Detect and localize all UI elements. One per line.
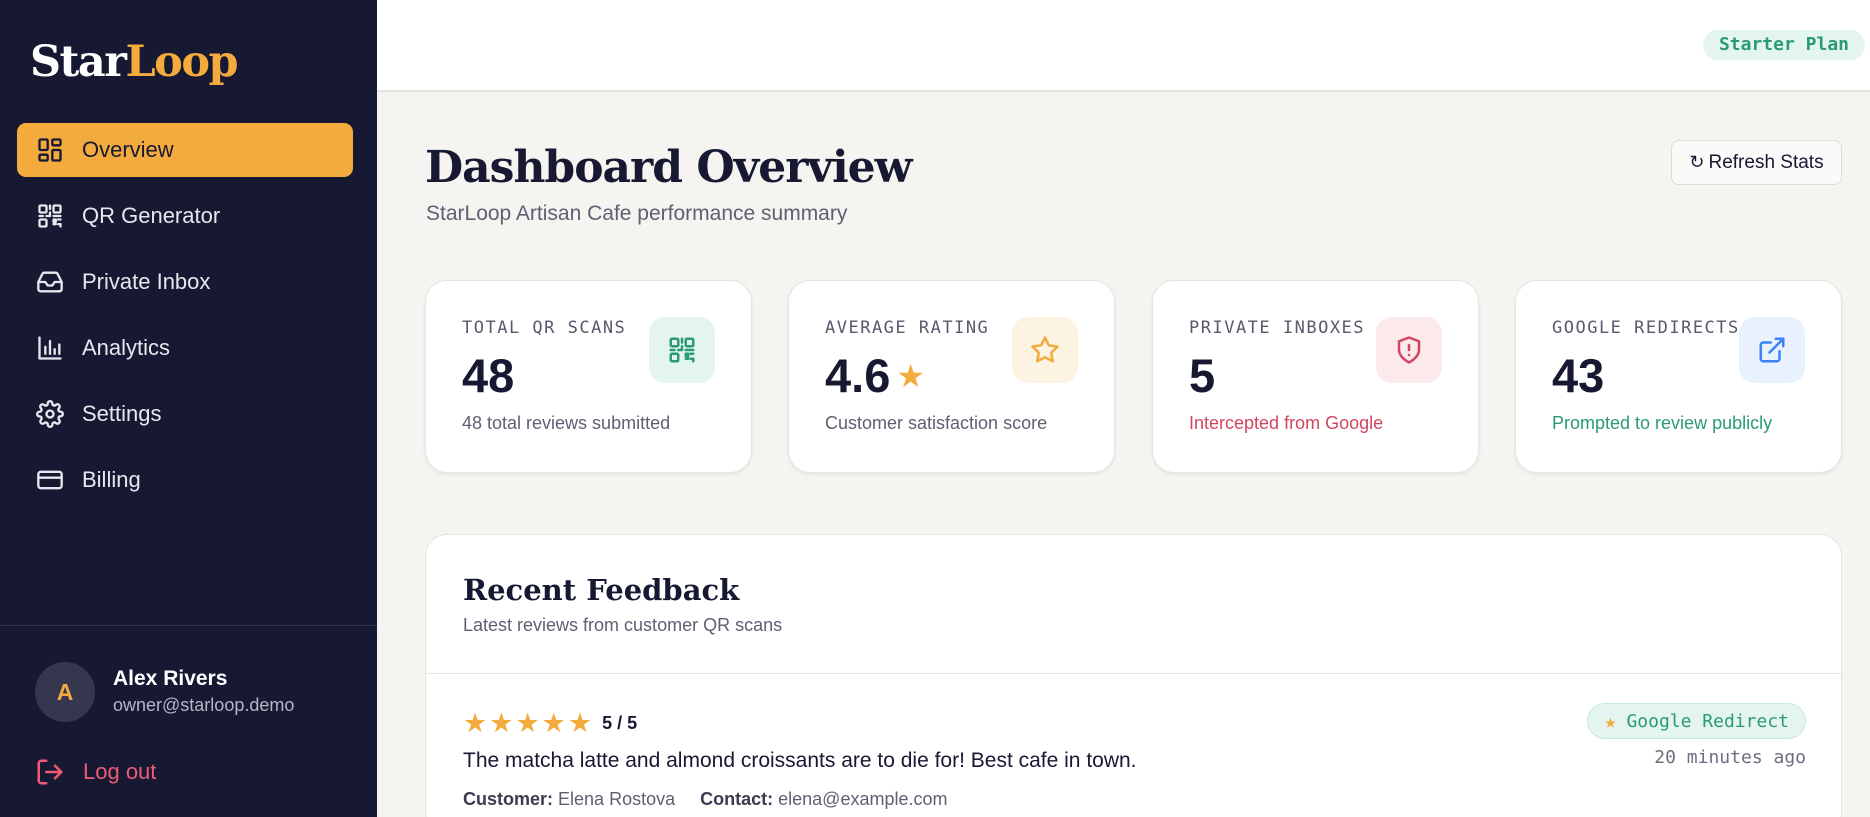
- bar-chart-icon: [36, 334, 64, 362]
- sidebar-item-label: Settings: [82, 401, 162, 426]
- logout-button[interactable]: Log out: [35, 757, 156, 787]
- contact-label: Contact:: [700, 789, 774, 809]
- google-redirect-badge: ★ Google Redirect: [1587, 703, 1806, 739]
- customer-name: Elena Rostova: [558, 789, 676, 809]
- rating-score: 5 / 5: [602, 712, 638, 733]
- sidebar-item-label: Overview: [82, 137, 174, 162]
- sidebar-divider: [0, 625, 377, 626]
- refresh-icon: ↻: [1689, 152, 1705, 172]
- stat-label: PRIVATE INBOXES: [1189, 318, 1366, 338]
- star-icon: ★: [1604, 709, 1617, 733]
- avatar: A: [35, 662, 95, 722]
- star-icon: ★: [463, 708, 488, 738]
- star-icon: ★: [567, 708, 593, 738]
- sidebar: StarLoop Overview QR Generator Private I…: [0, 0, 377, 817]
- sidebar-item-private-inbox[interactable]: Private Inbox: [17, 255, 353, 309]
- external-link-icon: [1739, 317, 1805, 383]
- user-email: owner@starloop.demo: [113, 695, 295, 715]
- brand-part-star: Star: [30, 37, 127, 87]
- refresh-stats-button[interactable]: ↻ Refresh Stats: [1671, 140, 1842, 185]
- page-subtitle: StarLoop Artisan Cafe performance summar…: [426, 202, 848, 225]
- stat-description: Customer satisfaction score: [825, 413, 1048, 433]
- stat-label: TOTAL QR SCANS: [462, 318, 627, 338]
- sidebar-item-label: QR Generator: [82, 203, 221, 228]
- grid-icon: [36, 136, 64, 164]
- logout-icon: [37, 759, 63, 785]
- brand-logo[interactable]: StarLoop: [30, 35, 239, 89]
- customer-label: Customer:: [463, 789, 554, 809]
- stat-card-total-qr-scans: TOTAL QR SCANS 48 48 total reviews submi…: [425, 280, 752, 473]
- review-text: The matcha latte and almond croissants a…: [463, 749, 1137, 772]
- stat-value: 4.6: [825, 349, 891, 402]
- qr-icon: [649, 317, 715, 383]
- sidebar-nav: Overview QR Generator Private Inbox Anal…: [17, 123, 353, 519]
- user-profile[interactable]: A Alex Rivers owner@starloop.demo: [35, 662, 294, 722]
- section-divider: [426, 673, 1841, 674]
- star-icon: ★: [896, 358, 926, 394]
- sidebar-item-label: Billing: [82, 467, 141, 492]
- stat-label: AVERAGE RATING: [825, 318, 990, 338]
- sidebar-item-overview[interactable]: Overview: [17, 123, 353, 177]
- sidebar-item-label: Analytics: [82, 335, 171, 360]
- stat-description: 48 total reviews submitted: [462, 413, 671, 433]
- star-icon: ★: [541, 708, 566, 738]
- sidebar-item-settings[interactable]: Settings: [17, 387, 353, 441]
- refresh-label: Refresh Stats: [1708, 151, 1824, 173]
- shield-alert-icon: [1376, 317, 1442, 383]
- qr-icon: [36, 202, 64, 230]
- section-title: Recent Feedback: [463, 573, 740, 607]
- review-meta: Customer: Elena Rostova Contact: elena@e…: [463, 789, 948, 810]
- star-rating: ★ ★ ★ ★ ★ 5 / 5: [463, 709, 637, 737]
- stat-value: 48: [462, 349, 515, 402]
- star-icon: ★: [515, 708, 540, 738]
- stat-card-private-inboxes: PRIVATE INBOXES 5 Intercepted from Googl…: [1152, 280, 1479, 473]
- star-icon: ★: [489, 708, 514, 738]
- plan-badge: Starter Plan: [1702, 30, 1865, 60]
- stat-value: 43: [1552, 349, 1605, 402]
- review-timestamp: 20 minutes ago: [1654, 747, 1806, 768]
- brand-part-loop: Loop: [125, 37, 238, 87]
- stat-card-google-redirects: GOOGLE REDIRECTS 43 Prompted to review p…: [1515, 280, 1842, 473]
- top-bar: Starter Plan: [377, 0, 1870, 92]
- star-icon: [1012, 317, 1078, 383]
- sidebar-item-label: Private Inbox: [82, 269, 211, 294]
- stat-description: Prompted to review publicly: [1552, 413, 1773, 433]
- gear-icon: [36, 400, 64, 428]
- sidebar-item-qr-generator[interactable]: QR Generator: [17, 189, 353, 243]
- credit-card-icon: [36, 466, 64, 494]
- stat-label: GOOGLE REDIRECTS: [1552, 318, 1740, 338]
- stat-value: 5: [1189, 349, 1216, 402]
- sidebar-item-billing[interactable]: Billing: [17, 453, 353, 507]
- sidebar-item-analytics[interactable]: Analytics: [17, 321, 353, 375]
- page-title: Dashboard Overview: [425, 142, 913, 193]
- contact-email[interactable]: elena@example.com: [778, 789, 947, 809]
- user-name: Alex Rivers: [113, 667, 228, 690]
- recent-feedback-panel: Recent Feedback Latest reviews from cust…: [425, 534, 1842, 817]
- stat-description: Intercepted from Google: [1189, 413, 1384, 433]
- badge-label: Google Redirect: [1626, 710, 1789, 732]
- inbox-icon: [36, 268, 64, 296]
- section-subtitle: Latest reviews from customer QR scans: [463, 615, 783, 635]
- logout-label: Log out: [83, 759, 157, 784]
- stat-card-average-rating: AVERAGE RATING 4.6 ★ Customer satisfactio…: [788, 280, 1115, 473]
